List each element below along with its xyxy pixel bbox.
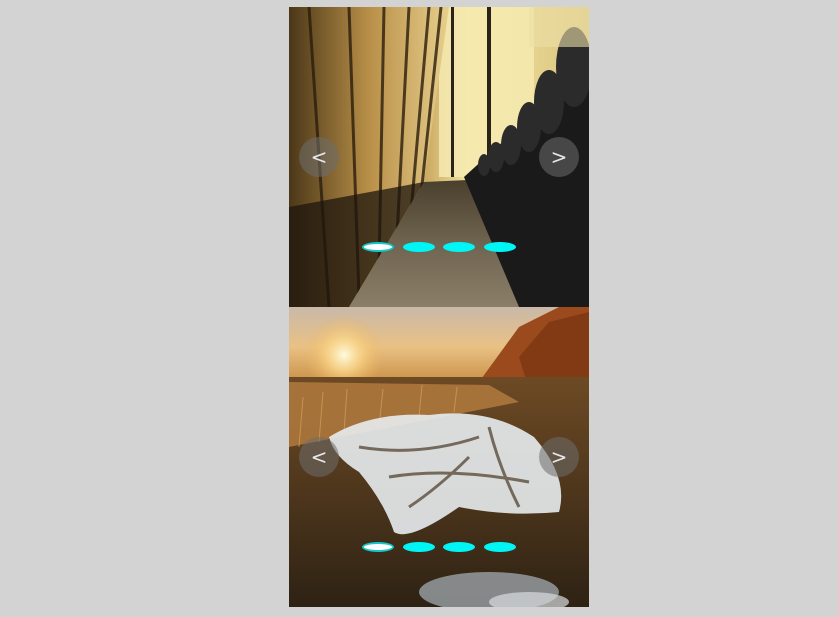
- slider-2-dot-4[interactable]: [484, 542, 516, 552]
- slider-2-prev-button[interactable]: <: [299, 437, 339, 477]
- slider-2-dot-3[interactable]: [443, 542, 475, 552]
- slider-stack: < > < >: [289, 7, 589, 607]
- slider-1-dot-1[interactable]: [362, 242, 394, 252]
- slider-1-dot-3[interactable]: [443, 242, 475, 252]
- slider-1-dot-4[interactable]: [484, 242, 516, 252]
- image-slider-2: < >: [289, 307, 589, 607]
- slider-1-dot-2[interactable]: [403, 242, 435, 252]
- slider-2-next-button[interactable]: >: [539, 437, 579, 477]
- slider-2-dot-2[interactable]: [403, 542, 435, 552]
- slider-2-dot-1[interactable]: [362, 542, 394, 552]
- slider-1-next-button[interactable]: >: [539, 137, 579, 177]
- image-slider-1: < >: [289, 7, 589, 307]
- slider-1-prev-button[interactable]: <: [299, 137, 339, 177]
